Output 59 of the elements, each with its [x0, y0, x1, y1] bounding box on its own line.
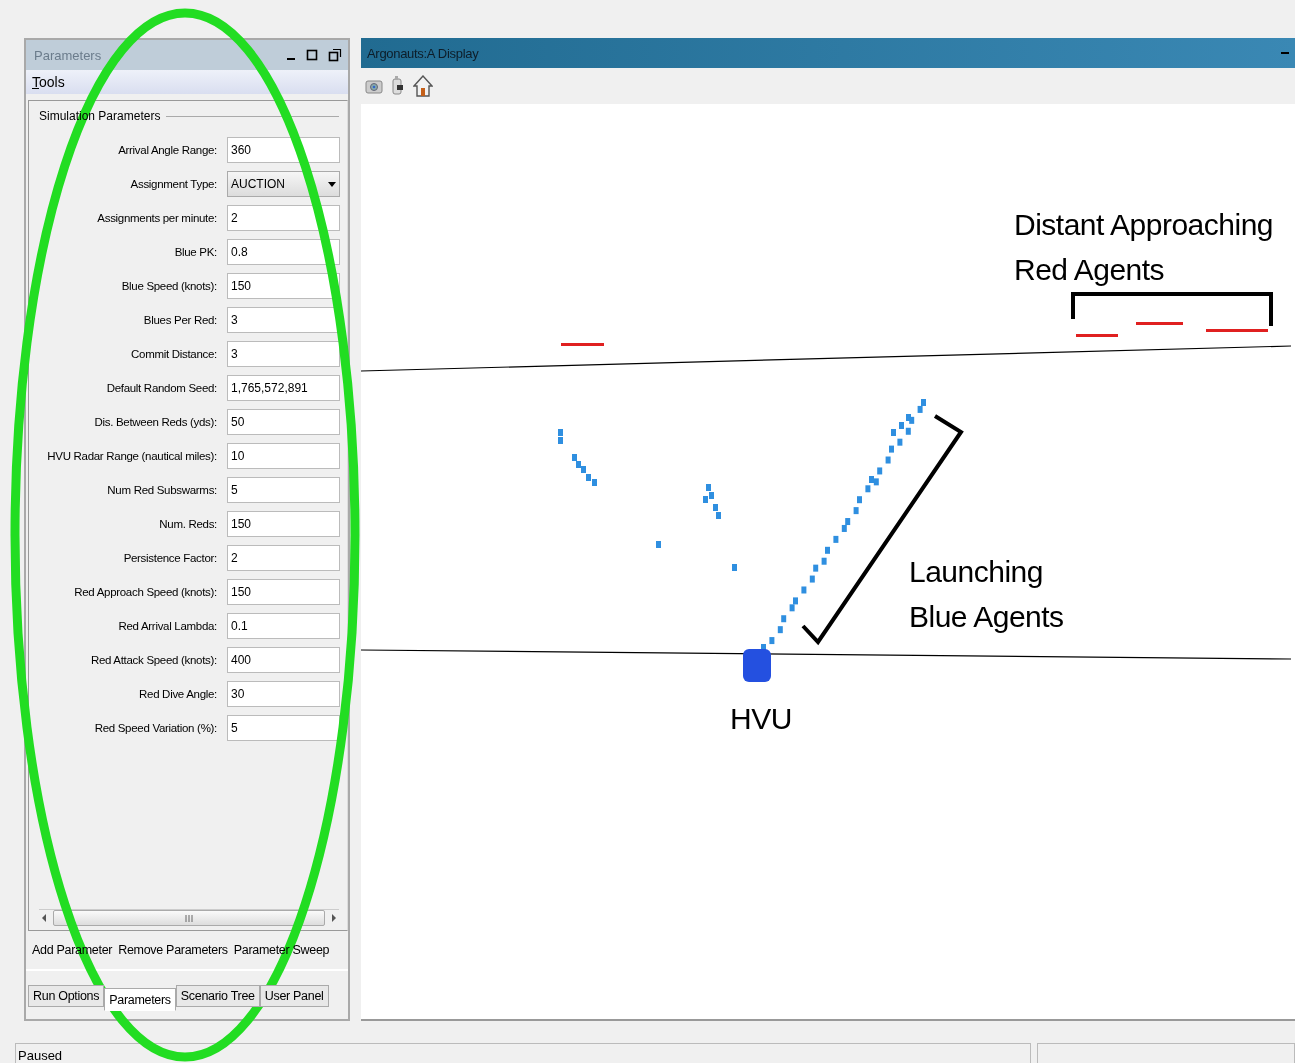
action-button[interactable]: Remove Parameters	[116, 943, 230, 957]
field-label: Red Speed Variation (%):	[93, 722, 217, 734]
field-label: Num Red Subswarms:	[106, 484, 217, 496]
status-text: Paused	[18, 1048, 63, 1063]
input-field[interactable]: 5	[227, 477, 340, 503]
input-field[interactable]: 3	[227, 307, 340, 333]
input-field[interactable]: 5	[227, 715, 340, 741]
input-field[interactable]: 3	[227, 341, 340, 367]
input-field[interactable]: 1,765,572,891	[227, 375, 340, 401]
input-field[interactable]: 30	[227, 681, 340, 707]
input-field[interactable]: 360	[227, 137, 340, 163]
scroll-right-icon[interactable]	[331, 914, 337, 922]
field-label: Red Attack Speed (knots):	[89, 654, 217, 666]
field-label: Commit Distance:	[130, 348, 217, 360]
device-icon[interactable]	[391, 76, 405, 96]
minimize-icon[interactable]	[1281, 51, 1289, 55]
input-field[interactable]: 2	[227, 545, 340, 571]
field-label: Num. Reds:	[158, 518, 217, 530]
dropdown[interactable]: AUCTION	[227, 171, 340, 197]
annotation-label: Distant Approaching Red Agents	[1014, 207, 1273, 288]
field-label: Default Random Seed:	[105, 382, 217, 394]
field-label: Blue Speed (knots):	[120, 280, 217, 292]
maximize-icon[interactable]	[306, 49, 318, 61]
input-field[interactable]: 10	[227, 443, 340, 469]
field-label: Red Dive Angle:	[138, 688, 217, 700]
field-label: Red Arrival Lambda:	[117, 620, 217, 632]
field-label: Blue PK:	[173, 246, 217, 258]
input-field[interactable]: 150	[227, 511, 340, 537]
grip-icon	[185, 914, 193, 922]
field-label: Assignment Type:	[129, 178, 217, 190]
tab[interactable]: Run Options	[28, 985, 105, 1007]
tab[interactable]: Scenario Tree	[175, 985, 260, 1007]
field-label: Red Approach Speed (knots):	[73, 586, 217, 598]
input-field[interactable]: 150	[227, 273, 340, 299]
input-field[interactable]: 2	[227, 205, 340, 231]
camera-icon[interactable]	[365, 78, 383, 94]
annotation-label: Launching Blue Agents	[909, 554, 1064, 635]
window-title: Argonauts:A Display	[367, 45, 479, 61]
field-label: Arrival Angle Range:	[117, 144, 217, 156]
field-label: Dis. Between Reds (yds):	[93, 416, 217, 428]
hvu-drawing	[743, 649, 771, 682]
input-field[interactable]: 150	[227, 579, 340, 605]
field-label: Blues Per Red:	[142, 314, 217, 326]
panel-title: Parameters	[34, 47, 103, 63]
restore-icon[interactable]	[328, 48, 342, 62]
scroll-left-icon[interactable]	[41, 914, 47, 922]
input-field[interactable]: 400	[227, 647, 340, 673]
field-label: HVU Radar Range (nautical miles):	[46, 450, 217, 462]
caret-icon	[328, 181, 336, 187]
field-label: Assignments per minute:	[96, 212, 217, 224]
menu-item[interactable]: Tools	[32, 74, 65, 90]
input-field[interactable]: 0.8	[227, 239, 340, 265]
input-field[interactable]: 0.1	[227, 613, 340, 639]
annotation-label: HVU	[730, 701, 792, 737]
tab[interactable]: Parameters	[104, 988, 176, 1011]
tab[interactable]: User Panel	[259, 985, 329, 1007]
home-icon[interactable]	[413, 75, 433, 97]
field-label: Persistence Factor:	[122, 552, 217, 564]
input-field[interactable]: 50	[227, 409, 340, 435]
